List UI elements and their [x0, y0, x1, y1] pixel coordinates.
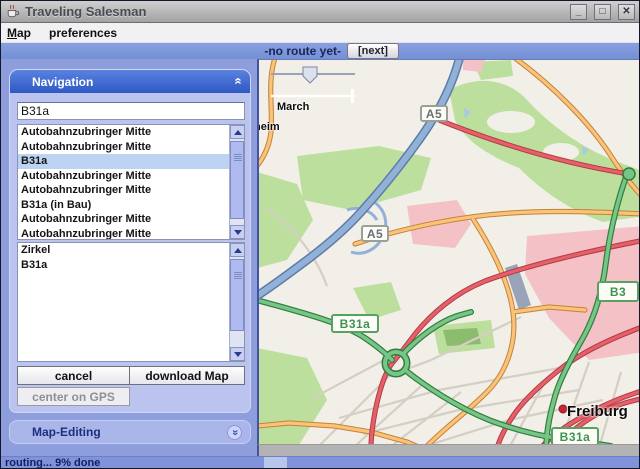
scrollbar-thumb[interactable]	[230, 259, 244, 331]
scroll-down-button[interactable]	[230, 225, 245, 239]
road-shield-a5: A5	[361, 225, 389, 242]
download-map-button[interactable]: download Map	[129, 366, 245, 385]
list-item[interactable]: B31a (in Bau)	[18, 198, 229, 213]
road-shield-a5: A5	[420, 105, 448, 122]
expand-chevron-down-icon[interactable]: »	[227, 425, 242, 440]
minimize-button[interactable]: _	[570, 4, 587, 20]
map-canvas[interactable]: A5 A5 B31a B3 B31a March heim Freiburg	[257, 59, 640, 444]
title-bar[interactable]: Traveling Salesman _ □ ✕	[1, 1, 639, 23]
road-shield-b3: B3	[597, 281, 639, 302]
search-results-list: Autobahnzubringer MitteAutobahnzubringer…	[17, 124, 245, 240]
scrollbar-thumb[interactable]	[230, 141, 244, 219]
maximize-button[interactable]: □	[594, 4, 611, 20]
street-search-input[interactable]	[17, 102, 245, 120]
next-button[interactable]: [next]	[347, 43, 399, 59]
close-button[interactable]: ✕	[618, 4, 635, 20]
map-render	[259, 60, 640, 444]
list-item[interactable]: Autobahnzubringer Mitte	[18, 212, 229, 227]
map-editing-panel-header[interactable]: Map-Editing »	[9, 420, 251, 444]
java-cup-icon	[5, 4, 20, 19]
navigation-panel-body: Autobahnzubringer MitteAutobahnzubringer…	[10, 93, 250, 412]
list-item[interactable]: B31a	[18, 258, 229, 273]
triangle-up-icon	[234, 248, 242, 253]
map-editing-title: Map-Editing	[32, 425, 227, 439]
list-item[interactable]: Autobahnzubringer Mitte	[18, 140, 229, 155]
menu-item-preferences[interactable]: preferences	[49, 26, 117, 40]
list-item[interactable]: Zirkel	[18, 243, 229, 258]
app-window: Traveling Salesman _ □ ✕ Mappreferences …	[0, 0, 640, 469]
city-marker	[559, 405, 567, 413]
scroll-up-button[interactable]	[230, 125, 245, 139]
zoom-slider	[271, 67, 355, 83]
scroll-up-button[interactable]	[230, 243, 245, 257]
cancel-button[interactable]: cancel	[17, 366, 130, 385]
place-label-freiburg: Freiburg	[567, 403, 628, 420]
selection-scrollbar[interactable]	[229, 243, 244, 361]
menu-item-map[interactable]: Map	[7, 26, 31, 40]
status-text: routing... 9% done	[5, 457, 100, 469]
list-item[interactable]: Autobahnzubringer Mitte	[18, 125, 229, 140]
sidebar: Navigation » Autobahnzubringer MitteAuto…	[1, 59, 257, 456]
map-column: A5 A5 B31a B3 B31a March heim Freiburg	[257, 59, 640, 456]
progress-indicator	[264, 457, 287, 468]
road-shield-b31a: B31a	[331, 314, 379, 333]
triangle-up-icon	[234, 130, 242, 135]
place-label-heim: heim	[257, 121, 280, 133]
map-bottom-strip	[257, 444, 640, 456]
place-label-march: March	[277, 101, 309, 113]
zoom-slider-thumb[interactable]	[303, 67, 317, 83]
toolbar: -no route yet- [next]	[1, 43, 639, 59]
status-bar: routing... 9% done	[1, 456, 639, 468]
triangle-down-icon	[234, 352, 242, 357]
collapse-chevron-up-icon[interactable]: »	[229, 77, 245, 84]
menu-bar: Map preferences	[1, 23, 639, 43]
route-selection-list: ZirkelB31a	[17, 242, 245, 362]
results-scrollbar[interactable]	[229, 125, 244, 239]
scroll-down-button[interactable]	[230, 347, 245, 361]
navigation-panel-title: Navigation	[32, 75, 93, 89]
route-status-label: -no route yet-	[264, 44, 341, 58]
window-title: Traveling Salesman	[25, 4, 563, 19]
navigation-panel-header[interactable]: Navigation »	[10, 70, 250, 93]
list-item[interactable]: B31a	[18, 154, 229, 169]
list-item[interactable]: Autobahnzubringer Mitte	[18, 227, 229, 241]
list-item[interactable]: Autobahnzubringer Mitte	[18, 169, 229, 184]
triangle-down-icon	[234, 230, 242, 235]
navigation-panel: Navigation » Autobahnzubringer MitteAuto…	[9, 69, 251, 413]
list-item[interactable]: Autobahnzubringer Mitte	[18, 183, 229, 198]
road-shield-b31a: B31a	[551, 427, 599, 444]
center-on-gps-button[interactable]: center on GPS	[17, 387, 130, 406]
